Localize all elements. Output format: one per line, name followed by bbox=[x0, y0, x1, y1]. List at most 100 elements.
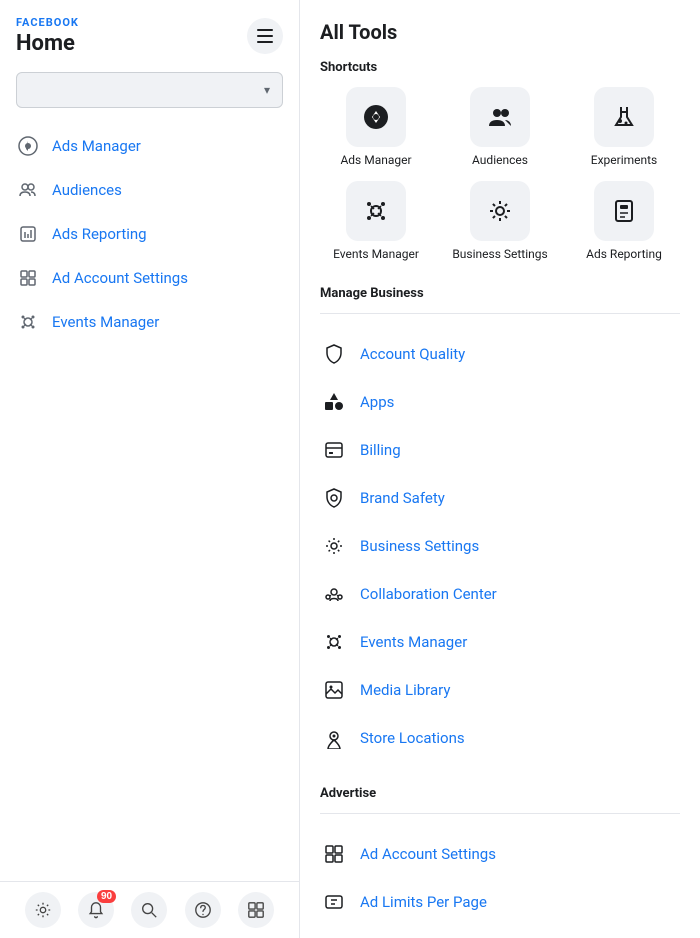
search-icon bbox=[140, 901, 158, 919]
sidebar-item-audiences[interactable]: Audiences bbox=[0, 168, 299, 212]
shortcut-business-settings[interactable]: Business Settings bbox=[444, 181, 556, 263]
sidebar-events-manager-label: Events Manager bbox=[52, 313, 159, 331]
sidebar-audiences-label: Audiences bbox=[52, 181, 122, 199]
ad-limits-label: Ad Limits Per Page bbox=[360, 893, 487, 911]
manage-item-account-quality[interactable]: Account Quality bbox=[320, 330, 680, 378]
bell-icon bbox=[87, 901, 105, 919]
account-quality-icon bbox=[320, 340, 348, 368]
store-locations-icon bbox=[320, 724, 348, 752]
media-library-label: Media Library bbox=[360, 681, 450, 699]
sidebar-search-dropdown[interactable]: ▾ bbox=[16, 72, 283, 108]
manage-item-billing[interactable]: Billing bbox=[320, 426, 680, 474]
shortcut-business-settings-label: Business Settings bbox=[452, 247, 547, 263]
shortcut-ads-reporting-label: Ads Reporting bbox=[586, 247, 662, 263]
settings-button[interactable] bbox=[25, 892, 61, 928]
shortcut-audiences[interactable]: Audiences bbox=[444, 87, 556, 169]
hamburger-button[interactable] bbox=[247, 18, 283, 54]
sidebar-home-title: FACEBOOK Home bbox=[16, 16, 79, 56]
manage-item-media-library[interactable]: Media Library bbox=[320, 666, 680, 714]
audiences-shortcut-icon bbox=[486, 103, 514, 131]
advertise-label: Advertise bbox=[320, 786, 680, 801]
shortcut-events-manager[interactable]: Events Manager bbox=[320, 181, 432, 263]
ads-manager-icon bbox=[16, 134, 40, 158]
events-manager-manage-label: Events Manager bbox=[360, 633, 467, 651]
right-panel: All Tools Shortcuts Ads Manager bbox=[300, 0, 700, 938]
shortcut-experiments-label: Experiments bbox=[591, 153, 658, 169]
billing-icon bbox=[320, 436, 348, 464]
notifications-button[interactable]: 90 bbox=[78, 892, 114, 928]
search-button[interactable] bbox=[131, 892, 167, 928]
apps-label: Apps bbox=[360, 393, 394, 411]
sidebar-nav: Ads Manager Audiences bbox=[0, 116, 299, 881]
grid-button[interactable] bbox=[238, 892, 274, 928]
shortcut-business-settings-icon-box bbox=[470, 181, 530, 241]
business-settings-icon bbox=[320, 532, 348, 560]
sidebar-search-wrap: ▾ bbox=[0, 64, 299, 116]
shortcut-events-manager-icon-box bbox=[346, 181, 406, 241]
advertise-item-ad-limits[interactable]: Ad Limits Per Page bbox=[320, 878, 680, 926]
sidebar-item-ads-reporting[interactable]: Ads Reporting bbox=[0, 212, 299, 256]
events-manager-manage-icon bbox=[320, 628, 348, 656]
manage-item-business-settings[interactable]: Business Settings bbox=[320, 522, 680, 570]
chevron-down-icon: ▾ bbox=[264, 83, 270, 97]
advertise-section: Advertise Ad Account Settings bbox=[320, 786, 680, 938]
collaboration-center-icon bbox=[320, 580, 348, 608]
ad-limits-icon bbox=[320, 888, 348, 916]
shortcut-experiments-icon-box bbox=[594, 87, 654, 147]
business-settings-shortcut-icon bbox=[486, 197, 514, 225]
brand-safety-label: Brand Safety bbox=[360, 489, 445, 507]
collaboration-center-label: Collaboration Center bbox=[360, 585, 497, 603]
help-icon bbox=[194, 901, 212, 919]
sidebar-bottom: 90 bbox=[0, 881, 299, 938]
sidebar-item-events-manager[interactable]: Events Manager bbox=[0, 300, 299, 344]
shortcuts-label: Shortcuts bbox=[320, 60, 680, 75]
help-button[interactable] bbox=[185, 892, 221, 928]
advertise-item-ad-account-settings[interactable]: Ad Account Settings bbox=[320, 830, 680, 878]
manage-item-collaboration-center[interactable]: Collaboration Center bbox=[320, 570, 680, 618]
ads-reporting-icon bbox=[16, 222, 40, 246]
gear-icon bbox=[34, 901, 52, 919]
manage-item-store-locations[interactable]: Store Locations bbox=[320, 714, 680, 762]
events-manager-icon bbox=[16, 310, 40, 334]
panel-title: All Tools bbox=[320, 20, 680, 44]
manage-item-events-manager[interactable]: Events Manager bbox=[320, 618, 680, 666]
sidebar-item-ads-manager[interactable]: Ads Manager bbox=[0, 124, 299, 168]
audiences-icon bbox=[16, 178, 40, 202]
events-manager-shortcut-icon bbox=[362, 197, 390, 225]
notification-badge: 90 bbox=[97, 890, 116, 903]
sidebar-item-ad-account-settings[interactable]: Ad Account Settings bbox=[0, 256, 299, 300]
shortcuts-grid: Ads Manager Audiences bbox=[320, 87, 680, 262]
shortcut-experiments[interactable]: Experiments bbox=[568, 87, 680, 169]
ad-account-settings-adv-label: Ad Account Settings bbox=[360, 845, 496, 863]
business-settings-label: Business Settings bbox=[360, 537, 479, 555]
shortcut-ads-manager-label: Ads Manager bbox=[340, 153, 411, 169]
advertise-item-ads-manager[interactable]: Ads Manager bbox=[320, 926, 680, 938]
sidebar-ads-reporting-label: Ads Reporting bbox=[52, 225, 147, 243]
manage-item-brand-safety[interactable]: Brand Safety bbox=[320, 474, 680, 522]
sidebar: FACEBOOK Home ▾ bbox=[0, 0, 300, 938]
manage-business-section: Manage Business Account Quality bbox=[320, 286, 680, 762]
shortcut-audiences-label: Audiences bbox=[472, 153, 528, 169]
billing-label: Billing bbox=[360, 441, 401, 459]
shortcut-ads-manager[interactable]: Ads Manager bbox=[320, 87, 432, 169]
manage-business-label: Manage Business bbox=[320, 286, 680, 301]
grid-icon bbox=[247, 901, 265, 919]
home-title: Home bbox=[16, 31, 79, 56]
media-library-icon bbox=[320, 676, 348, 704]
shortcut-ads-reporting[interactable]: Ads Reporting bbox=[568, 181, 680, 263]
ad-account-settings-adv-icon bbox=[320, 840, 348, 868]
store-locations-label: Store Locations bbox=[360, 729, 465, 747]
manage-item-apps[interactable]: Apps bbox=[320, 378, 680, 426]
shortcut-ads-manager-icon-box bbox=[346, 87, 406, 147]
shortcut-events-manager-label: Events Manager bbox=[333, 247, 419, 263]
manage-divider bbox=[320, 313, 680, 314]
brand-safety-icon bbox=[320, 484, 348, 512]
facebook-logo: FACEBOOK bbox=[16, 16, 79, 29]
hamburger-icon bbox=[257, 29, 273, 43]
ads-manager-shortcut-icon bbox=[362, 103, 390, 131]
ads-reporting-shortcut-icon bbox=[610, 197, 638, 225]
shortcut-ads-reporting-icon-box bbox=[594, 181, 654, 241]
ad-account-settings-icon bbox=[16, 266, 40, 290]
sidebar-header: FACEBOOK Home bbox=[0, 0, 299, 64]
apps-icon bbox=[320, 388, 348, 416]
